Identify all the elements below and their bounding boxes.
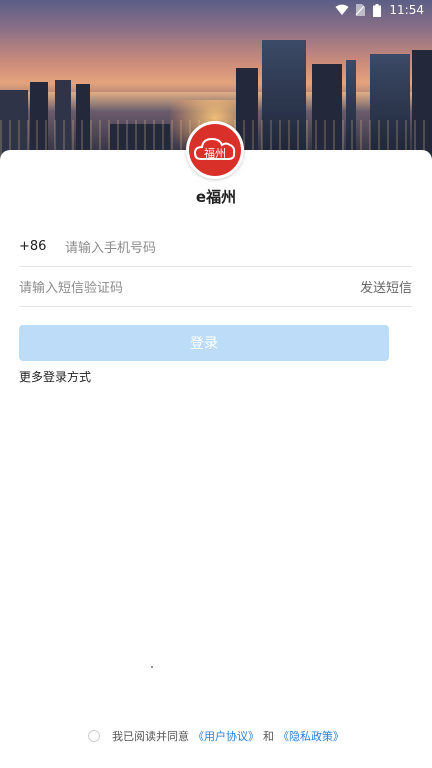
code-row[interactable]: 请输入短信验证码 发送短信 — [19, 266, 412, 307]
send-sms-button[interactable]: 发送短信 — [360, 277, 412, 296]
agreement-prefix: 我已阅读并同意 — [112, 730, 189, 743]
app-logo: 福州 — [186, 121, 244, 179]
dot — [151, 666, 153, 668]
svg-text:福州: 福州 — [204, 146, 226, 160]
cloud-logo-icon: 福州 — [189, 124, 241, 176]
sms-code-input[interactable]: 请输入短信验证码 — [19, 277, 123, 296]
agree-radio[interactable] — [88, 730, 100, 742]
more-login-methods-link[interactable]: 更多登录方式 — [19, 368, 91, 385]
country-code[interactable]: +86 — [19, 239, 65, 254]
wifi-icon — [335, 4, 349, 16]
agreement-row: 我已阅读并同意 《用户协议》 和 《隐私政策》 — [0, 728, 432, 744]
clock: 11:54 — [389, 3, 424, 17]
user-agreement-link[interactable]: 《用户协议》 — [193, 728, 259, 744]
sim-icon — [355, 4, 366, 16]
agreement-and: 和 — [263, 730, 274, 743]
phone-input[interactable]: 请输入手机号码 — [65, 237, 156, 256]
battery-icon — [373, 3, 382, 17]
login-button[interactable]: 登录 — [19, 325, 389, 361]
privacy-policy-link[interactable]: 《隐私政策》 — [278, 728, 344, 744]
status-bar: 11:54 — [0, 0, 432, 20]
phone-row[interactable]: +86 请输入手机号码 — [19, 226, 412, 267]
app-name: e福州 — [195, 188, 237, 206]
